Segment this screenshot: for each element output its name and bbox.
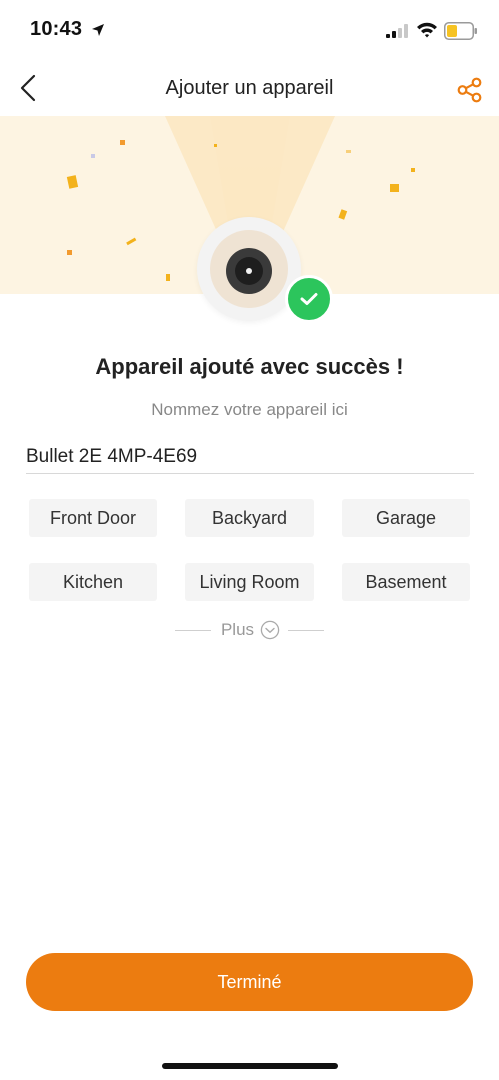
camera-lens-dot [246,268,252,274]
page-title: Ajouter un appareil [165,77,334,99]
name-hint: Nommez votre appareil ici [151,400,348,419]
location-arrow-icon [92,24,104,36]
status-time: 10:43 [30,18,83,40]
suggestion-chip-basement[interactable]: Basement [342,563,470,601]
suggestion-chip-backyard[interactable]: Backyard [185,499,314,537]
share-icon[interactable] [456,76,484,104]
suggestion-chip-garage[interactable]: Garage [342,499,470,537]
success-badge [285,275,333,323]
home-indicator [162,1063,338,1069]
more-label: Plus [220,620,255,639]
check-icon [300,293,318,305]
suggestion-chip-front-door[interactable]: Front Door [29,499,157,537]
more-suggestions-toggle[interactable]: Plus [172,618,327,642]
suggestion-chip-living-room[interactable]: Living Room [185,563,314,601]
nav-bar: Ajouter un appareil [0,60,499,116]
chevron-down-circle-icon [260,620,280,640]
device-name-input[interactable] [26,440,474,474]
battery-icon [444,22,477,40]
success-title: Appareil ajouté avec succès ! [95,354,404,379]
cellular-signal-icon [386,24,408,38]
status-bar: 10:43 [0,0,499,60]
wifi-icon [417,22,437,38]
divider [288,629,325,631]
done-button[interactable]: Terminé [26,953,473,1011]
suggestion-chip-kitchen[interactable]: Kitchen [29,563,157,601]
divider [174,629,211,631]
